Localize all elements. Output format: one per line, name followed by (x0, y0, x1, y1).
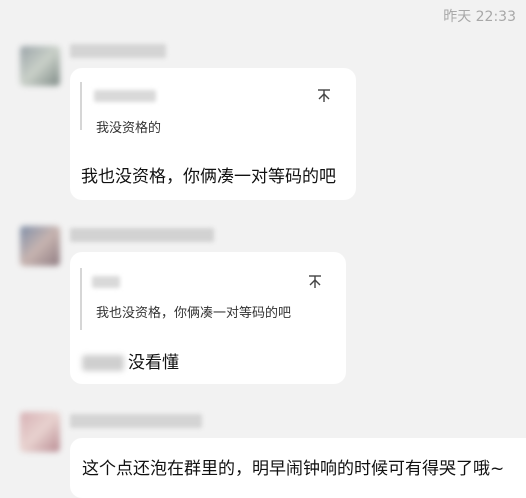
mention-blur[interactable] (82, 355, 124, 371)
sender-name[interactable] (70, 228, 214, 242)
quote-block[interactable]: 我也没资格，你俩凑一对等码的吧 (80, 268, 334, 330)
message-text: 没看懂 (82, 348, 179, 373)
timestamp: 昨天 22:33 (443, 9, 516, 25)
quote-block[interactable]: 我没资格的 (80, 82, 344, 136)
pin-icon[interactable] (307, 274, 323, 290)
avatar[interactable] (20, 412, 60, 452)
message-bubble[interactable]: 我也没资格，你俩凑一对等码的吧 没看懂 (70, 252, 346, 384)
pin-icon[interactable] (316, 88, 332, 104)
message-text: 我也没资格，你俩凑一对等码的吧 (81, 167, 336, 187)
quote-sender-name (94, 90, 156, 102)
sender-name[interactable] (70, 44, 166, 58)
message-bubble[interactable]: 这个点还泡在群里的，明早闹钟响的时候可有得哭了哦~ (70, 438, 526, 498)
avatar[interactable] (20, 226, 60, 266)
message-text-body: 没看懂 (128, 353, 179, 373)
message-bubble[interactable]: 我没资格的 我也没资格，你俩凑一对等码的吧 (70, 68, 356, 200)
quote-text: 我也没资格，你俩凑一对等码的吧 (96, 306, 292, 321)
quote-sender-name (92, 276, 120, 288)
message-text: 这个点还泡在群里的，明早闹钟响的时候可有得哭了哦~ (82, 459, 505, 479)
sender-name[interactable] (70, 414, 202, 428)
quote-text: 我没资格的 (96, 121, 162, 136)
avatar[interactable] (20, 46, 60, 86)
